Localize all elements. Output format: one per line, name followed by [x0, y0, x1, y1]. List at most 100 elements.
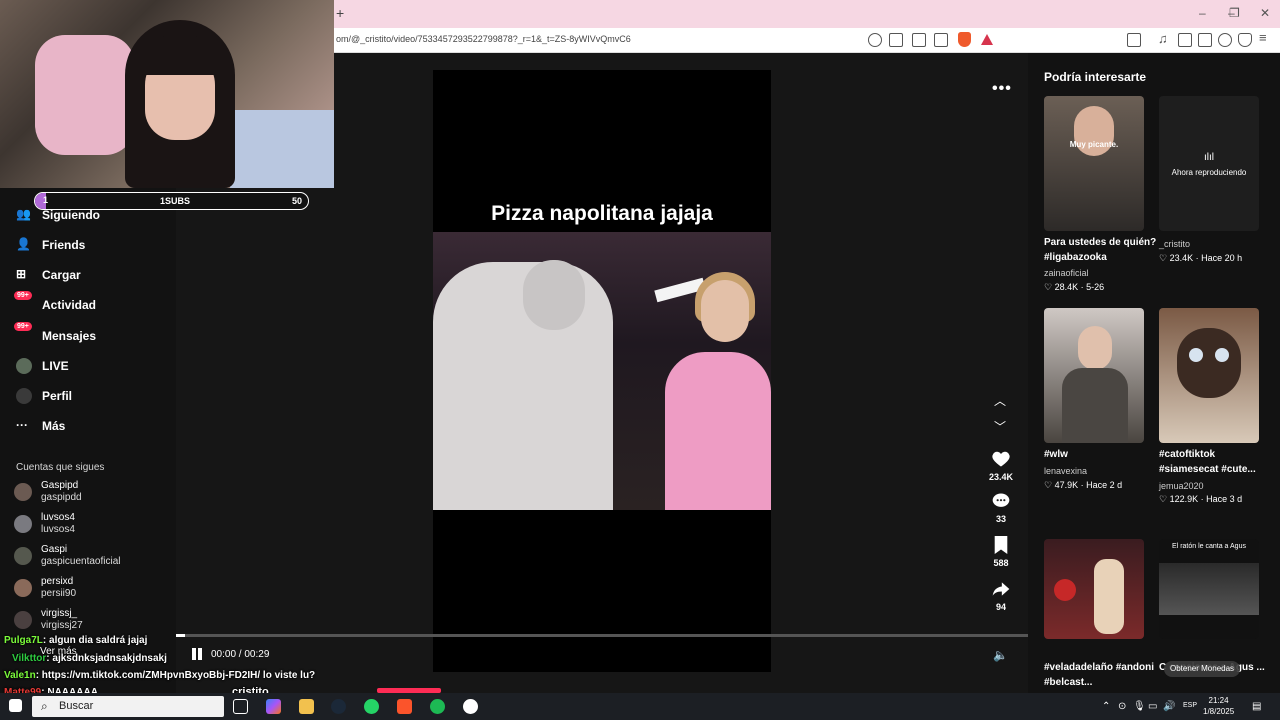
card-stats: ♡ 28.4K · 5-26: [1044, 282, 1105, 292]
account-item[interactable]: Gaspi gaspicuentaoficial: [14, 544, 174, 570]
video-progress-bar[interactable]: [176, 634, 1028, 637]
card-thumbnail[interactable]: [1044, 308, 1144, 443]
chat-user: Vilkttor: [12, 653, 47, 664]
more-options-button[interactable]: •••: [992, 80, 1012, 98]
brave-browser-icon[interactable]: [397, 699, 412, 714]
activity-icon: 99+: [14, 291, 32, 313]
suggestions-title: Podría interesarte: [1044, 70, 1147, 84]
sidebar-item-actividad[interactable]: 99+ Actividad: [14, 291, 96, 316]
bed-sheet: [230, 110, 334, 188]
taskbar-clock[interactable]: 21:24 1/8/2025: [1203, 695, 1234, 717]
language-icon[interactable]: [912, 33, 926, 47]
chat-message: Vale1n: https://vm.tiktok.com/ZMHpvnBxyo…: [4, 670, 315, 681]
steam-icon[interactable]: [331, 699, 346, 714]
card-date: Hace 20 h: [1201, 253, 1243, 263]
notifications-icon[interactable]: ▤: [1252, 701, 1261, 712]
card-date: 5-26: [1086, 282, 1105, 292]
url-text[interactable]: om/@_cristito/video/7533457293522799878?…: [336, 34, 631, 44]
card-likes: ♡ 28.4K: [1044, 282, 1079, 292]
share-icon[interactable]: [934, 33, 948, 47]
card-thumbnail[interactable]: Muy picante.: [1044, 96, 1144, 231]
account-name: virgissj_: [41, 608, 78, 619]
maximize-button[interactable]: ❐: [1229, 6, 1240, 20]
obs-icon[interactable]: [463, 699, 478, 714]
account-item[interactable]: Gaspipd gaspipdd: [14, 480, 174, 506]
card-likes: ♡ 47.9K: [1044, 480, 1079, 490]
tray-arrow-icon[interactable]: ⌃: [1102, 701, 1110, 712]
card-date: Hace 3 d: [1206, 494, 1243, 504]
taskbar-search[interactable]: ⌕ Buscar: [32, 696, 224, 717]
sidebar-item-cargar[interactable]: ⊞ Cargar: [16, 264, 81, 286]
volume-icon[interactable]: 🔈: [993, 648, 1008, 662]
person-hood: [523, 260, 585, 330]
chevron-down-icon[interactable]: ﹀: [994, 418, 1006, 435]
account-item[interactable]: virgissj_ virgissj27: [14, 608, 174, 634]
get-coins-button[interactable]: Obtener Monedas: [1164, 661, 1241, 677]
menu-icon[interactable]: ≡: [1259, 30, 1273, 45]
video-caption: Pizza napolitana jajaja: [491, 202, 713, 225]
card-date: Hace 2 d: [1086, 480, 1123, 490]
volume-tray-icon[interactable]: 🔊: [1163, 701, 1175, 712]
sidebar-item-mensajes[interactable]: 99+ Mensajes: [14, 322, 97, 347]
like-button[interactable]: 23.4K: [980, 448, 1022, 482]
card-likes: ♡ 23.4K: [1159, 253, 1194, 263]
translate-icon[interactable]: [868, 33, 882, 47]
tray-icon[interactable]: ⊙: [1118, 701, 1126, 712]
file-explorer-icon[interactable]: [299, 699, 314, 714]
network-icon[interactable]: ▭: [1148, 701, 1157, 712]
task-view-icon[interactable]: [233, 699, 248, 714]
pause-button[interactable]: [192, 648, 203, 660]
sidebar-item-mas[interactable]: ··· Más: [16, 415, 65, 437]
comment-count: 33: [995, 514, 1006, 524]
sidebar-item-live[interactable]: LIVE: [16, 355, 69, 377]
webcam-overlay: [0, 0, 334, 188]
sidebar-item-label: LIVE: [42, 359, 69, 373]
card-thumbnail[interactable]: [1159, 308, 1259, 443]
window-minimize-icon[interactable]: –: [1199, 6, 1206, 20]
whatsapp-icon[interactable]: [364, 699, 379, 714]
card-author: lenavexina: [1044, 466, 1088, 476]
sidebar-item-label: Perfil: [42, 389, 73, 403]
chat-message: Pulga7L: algun dia saldrá jajaj: [4, 635, 147, 646]
card-thumbnail[interactable]: El ratón le canta a Agus: [1159, 539, 1259, 639]
vpn-icon[interactable]: [1238, 33, 1252, 47]
mic-icon[interactable]: 🎙: [1133, 701, 1146, 712]
cat-eye: [1189, 348, 1203, 362]
card-title: #catoftiktok #siamesecat #cute...: [1159, 449, 1256, 475]
boxer-figure: [1094, 559, 1124, 634]
comment-button[interactable]: 33: [980, 490, 1022, 524]
wallet-icon[interactable]: [1198, 33, 1212, 47]
share-button[interactable]: 94: [980, 578, 1022, 612]
account-handle: gaspipdd: [41, 492, 82, 503]
copilot-icon[interactable]: [266, 699, 281, 714]
language-indicator[interactable]: ESP: [1183, 702, 1197, 709]
account-item[interactable]: persixd persii90: [14, 576, 174, 602]
music-icon[interactable]: ♫: [1158, 31, 1172, 46]
close-window-button[interactable]: ✕: [1260, 6, 1270, 20]
windows-start-icon[interactable]: [9, 699, 22, 712]
spotify-icon[interactable]: [430, 699, 445, 714]
now-playing-label: Ahora reproduciendo: [1171, 168, 1247, 177]
video-time: 00:00 / 00:29: [211, 649, 270, 660]
extensions-icon[interactable]: [1218, 33, 1232, 47]
chevron-up-icon[interactable]: ︿: [994, 392, 1006, 409]
sidebar-item-perfil[interactable]: Perfil: [16, 385, 72, 407]
sidebar-toggle-icon[interactable]: [1178, 33, 1192, 47]
sidebar-item-label: Mensajes: [42, 329, 97, 343]
more-icon: ···: [16, 418, 28, 432]
account-name: Gaspipd: [41, 480, 79, 491]
equalizer-icon: ılıl: [1204, 152, 1214, 163]
brave-rewards-icon[interactable]: [981, 34, 993, 45]
new-tab-button[interactable]: +: [336, 5, 344, 21]
reader-icon[interactable]: [1127, 33, 1141, 47]
clock-time: 21:24: [1208, 696, 1229, 705]
screen-icon[interactable]: [889, 33, 903, 47]
sidebar-item-friends[interactable]: 👤 Friends: [16, 234, 85, 256]
account-item[interactable]: luvsos4 luvsos4: [14, 512, 174, 538]
save-button[interactable]: 588: [980, 534, 1022, 568]
card-thumbnail[interactable]: [1044, 539, 1144, 639]
card-thumbnail[interactable]: ılıl Ahora reproduciendo: [1159, 96, 1259, 231]
video-frame[interactable]: [433, 232, 771, 510]
brave-shield-icon[interactable]: [958, 32, 971, 47]
account-handle: gaspicuentaoficial: [41, 556, 121, 567]
